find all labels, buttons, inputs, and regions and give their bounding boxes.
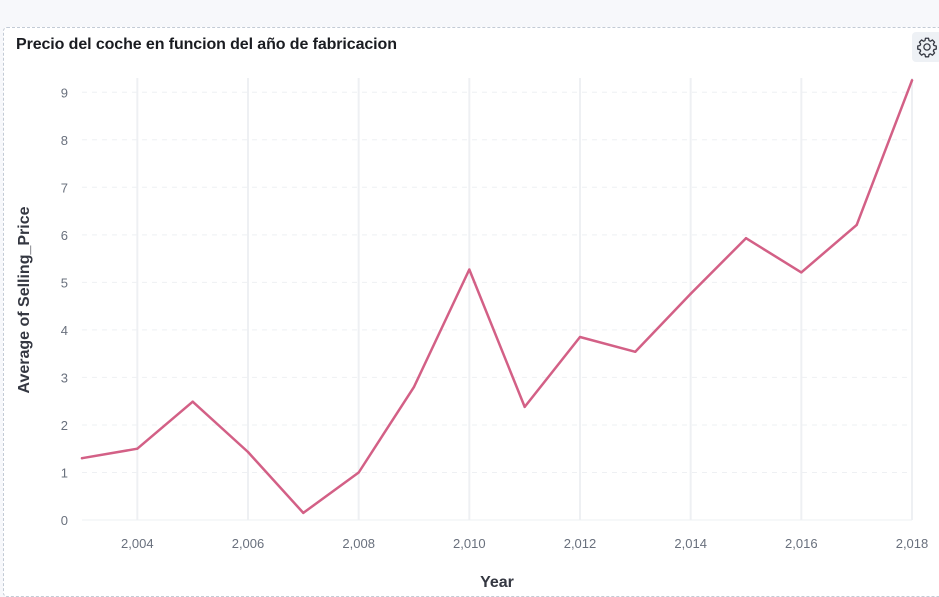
x-tick-label: 2,004 — [121, 536, 154, 551]
data-point — [910, 79, 914, 82]
data-point — [800, 271, 803, 274]
y-tick-label: 6 — [61, 228, 68, 243]
x-axis-title: Year — [480, 574, 514, 589]
x-tick-label: 2,016 — [785, 536, 818, 551]
y-tick-label: 0 — [61, 513, 68, 528]
data-point — [689, 292, 692, 295]
data-point — [136, 447, 139, 450]
x-tick-label: 2,014 — [674, 536, 707, 551]
data-point — [357, 471, 360, 474]
y-tick-label: 4 — [61, 323, 68, 338]
data-point — [744, 236, 748, 240]
axes: 2,004 2,006 2,008 2,010 2,012 2,014 2,016 2,018… — [61, 85, 929, 551]
data-point — [302, 511, 305, 515]
grid-lines — [82, 78, 913, 520]
x-tick-label: 2,010 — [453, 536, 486, 551]
data-point — [634, 350, 637, 353]
y-tick-label: 9 — [61, 85, 68, 100]
data-point — [578, 335, 582, 339]
data-point — [855, 223, 858, 227]
series — [80, 79, 914, 515]
data-point — [412, 385, 416, 389]
x-tick-label: 2,006 — [232, 536, 265, 551]
y-axis-title: Average of Selling_Price — [16, 206, 33, 393]
y-tick-label: 5 — [61, 275, 68, 290]
data-point — [523, 405, 526, 409]
x-tick-label: 2,008 — [342, 536, 375, 551]
x-tick-label: 2,018 — [896, 536, 929, 551]
data-point — [246, 450, 250, 454]
data-point — [468, 268, 471, 271]
x-tick-label: 2,012 — [564, 536, 597, 551]
y-tick-label: 2 — [61, 418, 68, 433]
data-point — [191, 400, 194, 403]
y-tick-label: 1 — [61, 465, 68, 480]
y-tick-label: 7 — [61, 180, 68, 195]
line-chart: 2,004 2,006 2,008 2,010 2,012 2,014 2,016 2,018… — [16, 78, 929, 589]
y-tick-label: 3 — [61, 370, 68, 385]
y-tick-label: 8 — [61, 133, 68, 148]
series-line — [80, 79, 914, 515]
data-point — [80, 457, 84, 460]
